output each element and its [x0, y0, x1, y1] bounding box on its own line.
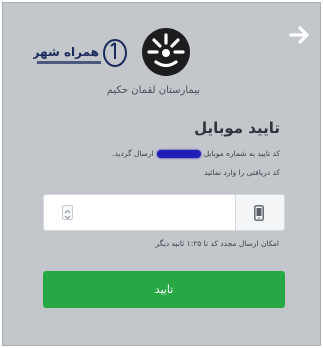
number-spinner[interactable]	[62, 205, 73, 220]
watermark-logo: همراه شهر	[33, 39, 127, 67]
mobile-addon	[235, 195, 284, 230]
confirm-button[interactable]: تایید	[43, 271, 285, 308]
page-title: تایید موبایل	[194, 119, 280, 137]
spinner-arrows-icon	[64, 209, 71, 220]
login-panel: همراه شهر بیمارستان لقمان حکیم تایید موب…	[2, 2, 321, 346]
hospital-name: بیمارستان لقمان حکیم	[106, 85, 200, 96]
hospital-logo	[142, 28, 190, 76]
code-input-group	[43, 194, 285, 231]
sent-message-before: کد تایید به شماره موبایل	[203, 149, 280, 158]
resend-timer-text: امکان ارسال مجدد کد تا ۱:۲۵ ثانیه دیگر	[155, 239, 279, 248]
logo-area: همراه شهر	[33, 27, 193, 81]
redacted-phone-number	[156, 150, 201, 158]
svg-text:همراه شهر: همراه شهر	[33, 45, 99, 59]
sent-message-after: ارسال گردید.	[112, 149, 154, 158]
mobile-phone-icon	[254, 205, 264, 221]
enter-code-message: کد دریافتی را وارد نمائید	[204, 168, 280, 177]
sent-message: کد تایید به شماره موبایل ارسال گردید.	[112, 149, 280, 158]
arrow-right-icon[interactable]	[288, 23, 312, 47]
